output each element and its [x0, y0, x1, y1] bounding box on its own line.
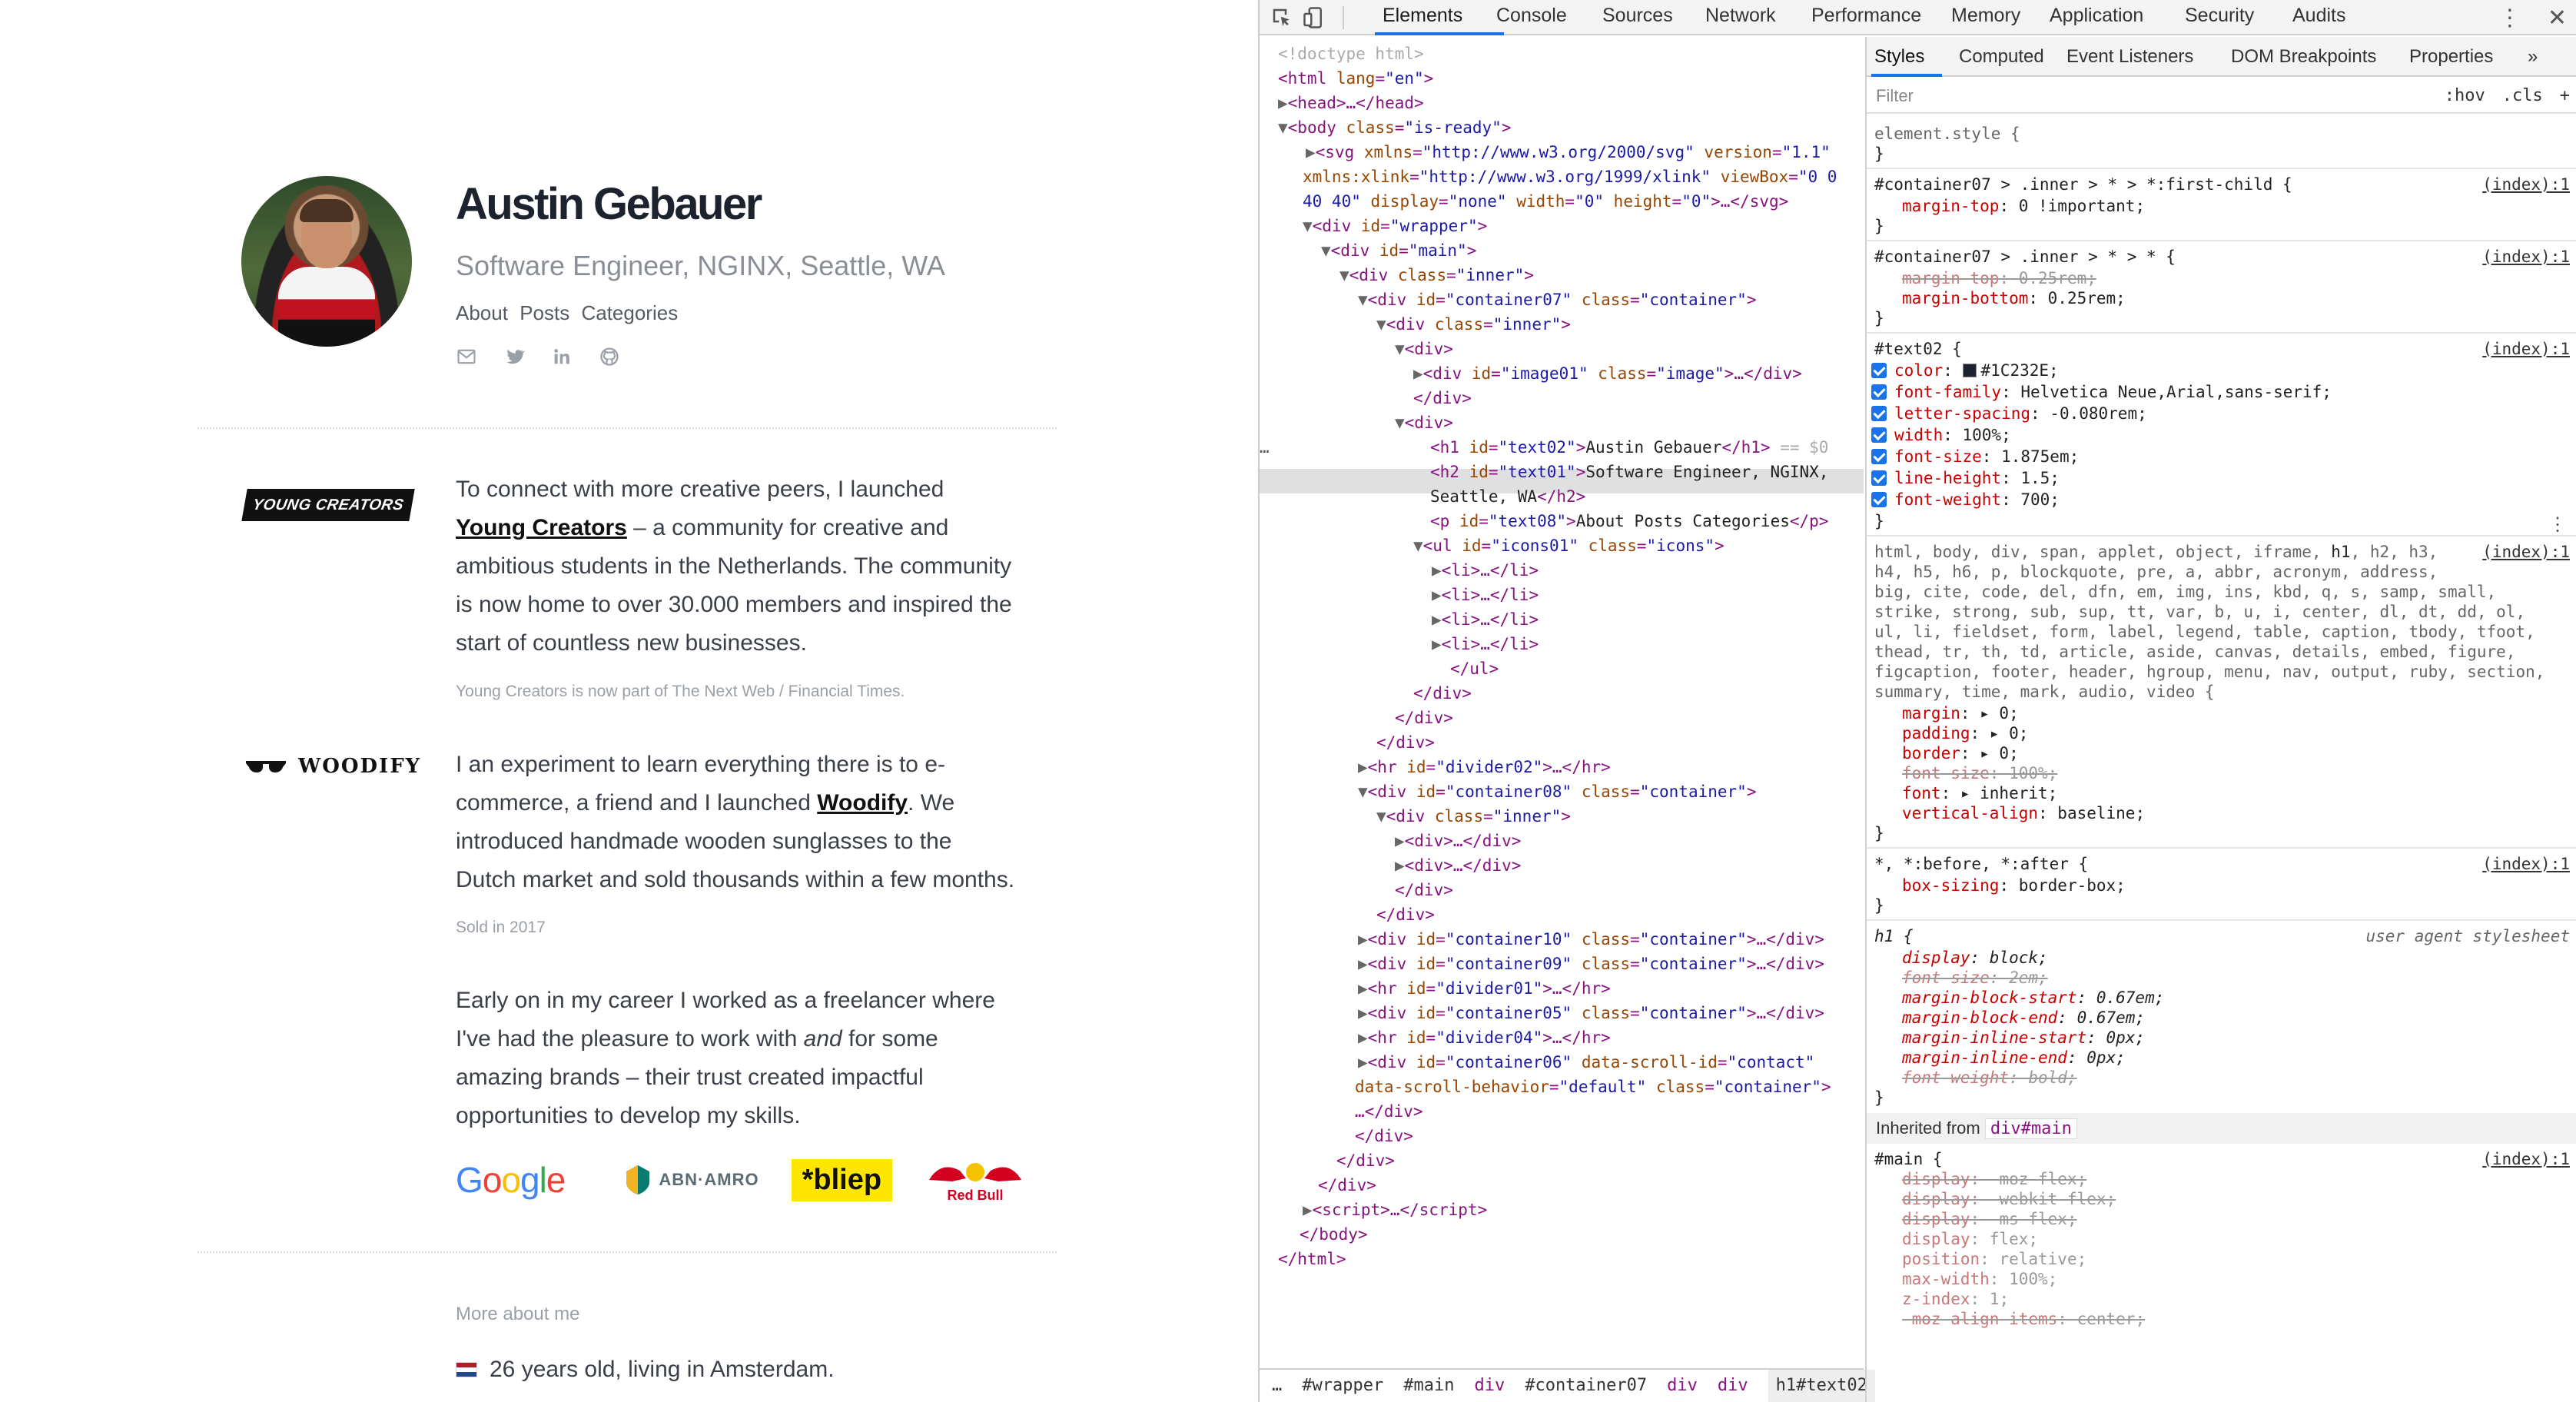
social-icons — [456, 346, 620, 367]
devtools-panel: Elements Console Sources Network Perform… — [1258, 0, 2576, 1402]
bliep-logo: *bliep — [791, 1158, 893, 1201]
tab-sources[interactable]: Sources — [1602, 5, 1673, 27]
filter-input[interactable]: Filter — [1876, 86, 1914, 106]
subtitle: Software Engineer, NGINX, Seattle, WA — [456, 250, 945, 281]
more-about-title: More about me — [456, 1304, 580, 1324]
breadcrumb-item[interactable]: div — [1718, 1370, 1748, 1402]
tab-console[interactable]: Console — [1496, 5, 1567, 27]
styles-tabs: Styles Computed Event Listeners DOM Brea… — [1867, 37, 2576, 77]
elements-tree[interactable]: <!doctype html> <html lang="en"> ▶<head>… — [1260, 37, 1864, 1367]
tab-security[interactable]: Security — [2185, 5, 2254, 27]
red-bull-logo: Red Bull — [921, 1157, 1029, 1203]
woodify-paragraph: I an experiment to learn everything ther… — [456, 752, 1015, 892]
nav: About Posts Categories — [456, 301, 684, 325]
sunglasses-icon — [246, 761, 286, 772]
netherlands-flag-icon — [456, 1362, 477, 1377]
woodify-link[interactable]: Woodify — [817, 790, 908, 816]
dom-breadcrumb: … #wrapper #main div #container07 div di… — [1260, 1368, 1875, 1402]
linkedin-icon[interactable] — [551, 346, 573, 367]
source-link[interactable]: (index):1 — [2482, 248, 2570, 266]
tab-elements[interactable]: Elements — [1383, 5, 1462, 27]
woodify-logo: WOODIFY — [244, 755, 421, 778]
brand-logos: Google ABN·AMRO *bliep Red Bull — [456, 1157, 1029, 1203]
woodify-note: Sold in 2017 — [456, 919, 546, 936]
freelance-paragraph: Early on in my career I worked as a free… — [456, 988, 995, 1128]
nav-categories[interactable]: Categories — [581, 301, 678, 324]
breadcrumb-item[interactable]: div — [1667, 1370, 1698, 1402]
divider — [198, 1251, 1057, 1253]
breadcrumb-item[interactable]: #container07 — [1525, 1370, 1647, 1402]
source-link[interactable]: (index):1 — [2482, 175, 2570, 194]
styles-pane: Styles Computed Event Listeners DOM Brea… — [1865, 37, 2576, 1402]
more-tabs-icon[interactable]: » — [2528, 46, 2538, 68]
nav-posts[interactable]: Posts — [520, 301, 569, 324]
breadcrumb-item-selected[interactable]: h1#text02 — [1768, 1370, 1875, 1402]
svg-text:Red Bull: Red Bull — [948, 1188, 1004, 1203]
inherited-from-header: Inherited from div#main — [1867, 1113, 2576, 1144]
source-link[interactable]: (index):1 — [2482, 543, 2570, 561]
devtools-toolbar: Elements Console Sources Network Perform… — [1260, 0, 2576, 35]
divider — [198, 427, 1057, 429]
active-tab-indicator — [1375, 32, 1504, 35]
google-logo: Google — [456, 1160, 566, 1200]
styles-filter[interactable]: Filter :hov .cls + — [1867, 78, 2576, 114]
more-about-item: 26 years old, living in Amsterdam. — [456, 1357, 835, 1383]
user-agent-stylesheet-label: user agent stylesheet — [2365, 927, 2570, 945]
source-link[interactable]: (index):1 — [2482, 855, 2570, 873]
github-icon[interactable] — [599, 346, 620, 367]
webpage: Austin Gebauer Software Engineer, NGINX,… — [0, 0, 1258, 1402]
device-toolbar-icon[interactable] — [1303, 6, 1326, 29]
avatar — [241, 176, 412, 347]
young-creators-note: Young Creators is now part of The Next W… — [456, 683, 905, 700]
young-creators-logo: YOUNG CREATORS — [241, 489, 415, 521]
tab-network[interactable]: Network — [1705, 5, 1776, 27]
inspect-element-icon[interactable] — [1270, 6, 1293, 29]
tab-application[interactable]: Application — [2050, 5, 2143, 27]
cls-button[interactable]: .cls — [2502, 86, 2543, 105]
close-icon[interactable]: ✕ — [2548, 5, 2567, 32]
page-title: Austin Gebauer — [456, 179, 762, 229]
tab-computed[interactable]: Computed — [1959, 46, 2044, 68]
inherited-node-link[interactable]: div#main — [1984, 1118, 2077, 1139]
tab-memory[interactable]: Memory — [1951, 5, 2020, 27]
add-rule-icon[interactable]: + — [2560, 86, 2570, 105]
source-link[interactable]: (index):1 — [2482, 340, 2570, 358]
abn-amro-logo: ABN·AMRO — [626, 1165, 759, 1194]
tab-performance[interactable]: Performance — [1811, 5, 1921, 27]
young-creators-paragraph: To connect with more creative peers, I l… — [456, 477, 1012, 656]
twitter-icon[interactable] — [503, 346, 525, 367]
tab-event-listeners[interactable]: Event Listeners — [2066, 46, 2193, 68]
more-options-icon[interactable]: ⋮ — [2548, 513, 2567, 535]
tab-audits[interactable]: Audits — [2292, 5, 2345, 27]
source-link[interactable]: (index):1 — [2482, 1150, 2570, 1168]
young-creators-link[interactable]: Young Creators — [456, 515, 627, 540]
mail-icon[interactable] — [456, 346, 477, 367]
breadcrumb-item[interactable]: #main — [1403, 1370, 1454, 1402]
tab-dom-breakpoints[interactable]: DOM Breakpoints — [2231, 46, 2376, 68]
breadcrumb-item[interactable]: #wrapper — [1302, 1370, 1383, 1402]
hov-button[interactable]: :hov — [2445, 86, 2485, 105]
nav-about[interactable]: About — [456, 301, 508, 324]
more-options-icon[interactable]: ⋮ — [2498, 5, 2521, 32]
tab-properties[interactable]: Properties — [2409, 46, 2493, 68]
tab-styles[interactable]: Styles — [1874, 46, 1924, 68]
breadcrumb-item[interactable]: div — [1474, 1370, 1505, 1402]
